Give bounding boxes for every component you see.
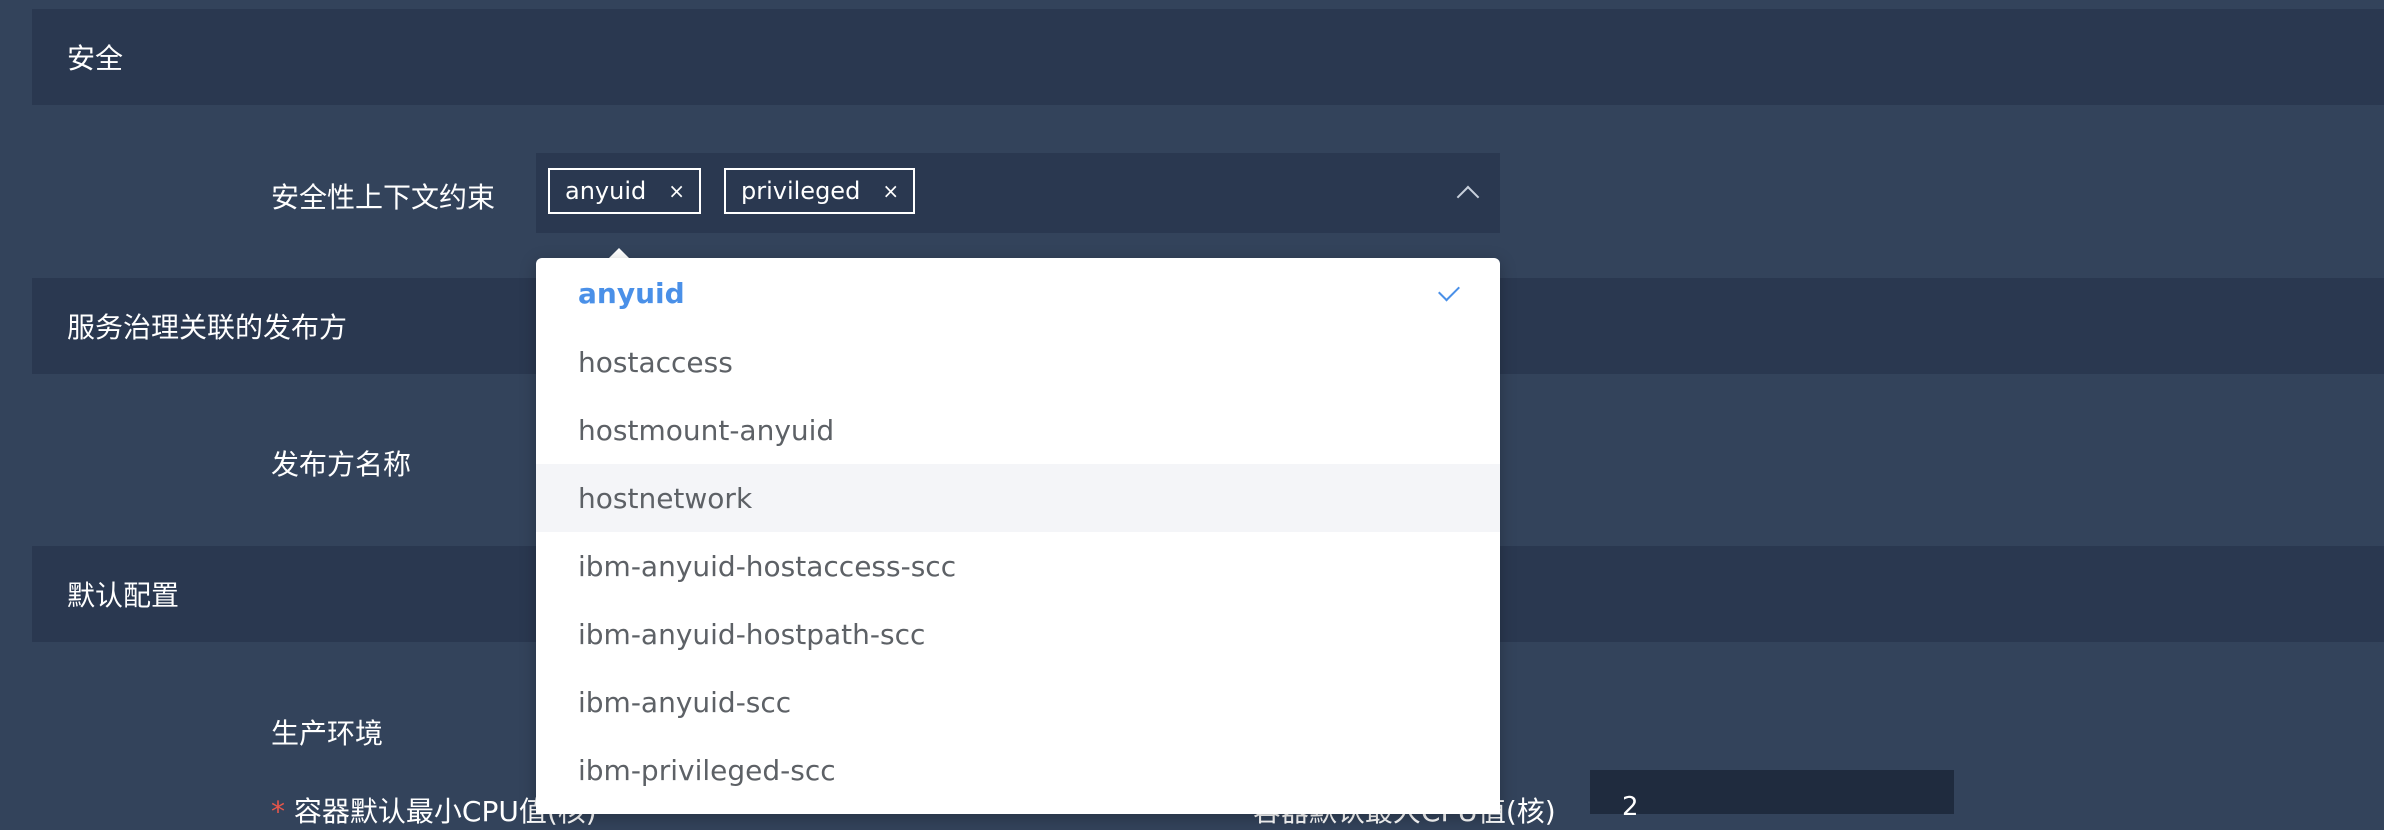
section-security-title: 安全 bbox=[67, 42, 124, 75]
close-icon[interactable]: × bbox=[668, 179, 685, 203]
tag-label: anyuid bbox=[565, 177, 647, 205]
cpu-max-input[interactable]: 2 bbox=[1590, 770, 1954, 822]
option-ibm-anyuid-scc[interactable]: ibm-anyuid-scc bbox=[536, 668, 1500, 736]
environment-label: 生产环境 bbox=[271, 717, 384, 750]
check-icon bbox=[1438, 279, 1460, 302]
tag-anyuid: anyuid × bbox=[548, 168, 701, 214]
option-hostmount-anyuid[interactable]: hostmount-anyuid bbox=[536, 396, 1500, 464]
section-default-config-title: 默认配置 bbox=[67, 579, 180, 612]
publisher-label: 发布方名称 bbox=[271, 448, 412, 481]
option-ibm-anyuid-hostaccess-scc[interactable]: ibm-anyuid-hostaccess-scc bbox=[536, 532, 1500, 600]
scc-dropdown-menu: anyuid hostaccess hostmount-anyuid hostn… bbox=[536, 258, 1500, 814]
option-ibm-anyuid-hostpath-scc[interactable]: ibm-anyuid-hostpath-scc bbox=[536, 600, 1500, 668]
section-security-header: 安全 bbox=[32, 9, 2384, 105]
section-service-governance-title: 服务治理关联的发布方 bbox=[67, 311, 348, 344]
option-anyuid[interactable]: anyuid bbox=[536, 259, 1500, 328]
option-hostaccess[interactable]: hostaccess bbox=[536, 328, 1500, 396]
tag-privileged: privileged × bbox=[724, 168, 916, 214]
option-hostnetwork[interactable]: hostnetwork bbox=[536, 464, 1500, 532]
required-marker: * bbox=[271, 795, 285, 828]
tag-label: privileged bbox=[741, 177, 861, 205]
scc-multiselect[interactable]: anyuid × privileged × bbox=[536, 153, 1500, 233]
option-ibm-privileged-scc[interactable]: ibm-privileged-scc bbox=[536, 736, 1500, 804]
close-icon[interactable]: × bbox=[882, 179, 899, 203]
chevron-up-icon[interactable] bbox=[1456, 185, 1480, 209]
scc-label: 安全性上下文约束 bbox=[271, 181, 496, 214]
